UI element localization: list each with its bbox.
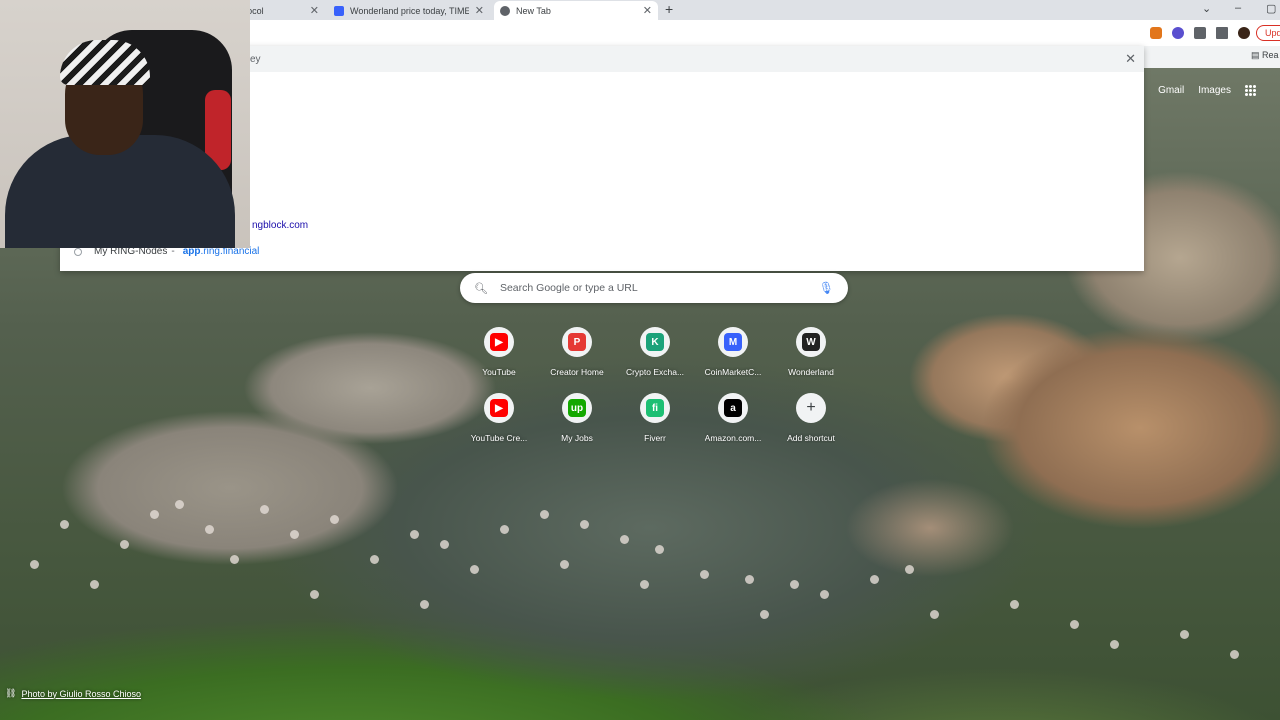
ntp-search-box[interactable]: 🔍︎ 🎙︎ (460, 273, 848, 303)
shortcut-label: My Jobs (561, 433, 593, 443)
shortcut-icon-container: + (796, 393, 826, 423)
shortcut-icon-container: M (718, 327, 748, 357)
shortcut-tile[interactable]: W Wonderland (772, 327, 850, 377)
shortcut-tile[interactable]: up My Jobs (538, 393, 616, 443)
ntp-top-links: Gmail Images (1158, 85, 1256, 96)
close-tab-icon[interactable]: ✕ (475, 4, 484, 17)
tab-wonderland-price[interactable]: Wonderland price today, TIME to ✕ (328, 1, 490, 20)
tab-search-chevron-icon[interactable]: ⌄ (1202, 2, 1211, 15)
shortcuts-grid: ▶ YouTube P Creator Home K Crypto Excha... M Co… (460, 327, 848, 443)
history-circle-icon (74, 247, 82, 256)
shortcut-label: YouTube (482, 367, 516, 377)
shortcut-tile[interactable]: + Add shortcut (772, 393, 850, 443)
shortcut-icon-container: W (796, 327, 826, 357)
link-icon: ⛓︎ (5, 688, 17, 698)
extensions-puzzle-icon[interactable] (1194, 27, 1206, 39)
chrome-favicon-icon (500, 5, 510, 16)
shortcut-label: YouTube Cre... (470, 433, 528, 443)
extension-icon[interactable] (1172, 27, 1184, 39)
shortcut-icon-container: ▶ (484, 327, 514, 357)
suggestion-url[interactable]: ngblock.com (252, 220, 308, 231)
tab-new-tab[interactable]: New Tab ✕ (494, 1, 658, 20)
gmail-link[interactable]: Gmail (1158, 85, 1184, 96)
shortcut-label: Add shortcut (787, 433, 835, 443)
close-tab-icon[interactable]: ✕ (310, 4, 319, 17)
webcam-overlay (0, 0, 250, 248)
metamask-extension-icon[interactable] (1150, 27, 1162, 39)
shortcut-tile[interactable]: K Crypto Excha... (616, 327, 694, 377)
shortcut-tile[interactable]: P Creator Home (538, 327, 616, 377)
new-tab-plus-icon[interactable]: + (665, 1, 673, 17)
fiverr-icon: fi (646, 399, 664, 417)
reading-list-button[interactable]: ▤ Rea (1251, 50, 1279, 61)
images-link[interactable]: Images (1198, 85, 1231, 96)
update-button[interactable]: Upd (1256, 25, 1280, 41)
amazon-icon: a (724, 399, 742, 417)
shortcut-label: Creator Home (550, 367, 604, 377)
minimize-icon[interactable]: – (1235, 2, 1241, 14)
creator-home-icon: P (568, 333, 586, 351)
media-queue-icon[interactable] (1216, 27, 1228, 39)
plus-icon: + (806, 399, 816, 416)
search-input[interactable] (497, 281, 819, 295)
upwork-icon: up (568, 399, 586, 417)
profile-avatar[interactable] (1238, 27, 1250, 39)
shortcut-label: CoinMarketC... (704, 367, 762, 377)
crypto-exchange-icon: K (646, 333, 664, 351)
shortcut-icon-container: K (640, 327, 670, 357)
close-tab-icon[interactable]: ✕ (643, 4, 652, 17)
shortcut-label: Wonderland (788, 367, 834, 377)
close-suggestions-icon[interactable]: ✕ (1125, 51, 1136, 67)
microphone-icon[interactable]: 🎙︎ (819, 281, 834, 295)
youtube-studio-icon: ▶ (490, 399, 508, 417)
shortcut-tile[interactable]: ▶ YouTube Cre... (460, 393, 538, 443)
google-apps-icon[interactable] (1245, 85, 1256, 96)
shortcut-icon-container: P (562, 327, 592, 357)
shortcut-icon-container: up (562, 393, 592, 423)
photo-credit-link[interactable]: Photo by Giulio Rosso Chioso (21, 689, 141, 699)
wonderland-icon: W (802, 333, 820, 351)
shortcut-icon-container: fi (640, 393, 670, 423)
shortcut-icon-container: a (718, 393, 748, 423)
shortcut-icon-container: ▶ (484, 393, 514, 423)
reading-list-label: Rea (1262, 50, 1279, 60)
search-icon: 🔍︎ (474, 282, 488, 295)
maximize-icon[interactable]: ▢ (1266, 2, 1276, 15)
reading-list-icon: ▤ (1251, 50, 1263, 60)
photo-credit[interactable]: ⛓︎ Photo by Giulio Rosso Chioso (5, 688, 141, 699)
shortcut-label: Amazon.com... (704, 433, 762, 443)
shortcut-tile[interactable]: ▶ YouTube (460, 327, 538, 377)
tab-title: New Tab (516, 5, 551, 16)
shortcut-label: Fiverr (644, 433, 666, 443)
shortcut-tile[interactable]: M CoinMarketC... (694, 327, 772, 377)
coinmarketcap-icon: M (724, 333, 742, 351)
shortcut-tile[interactable]: a Amazon.com... (694, 393, 772, 443)
tab-title: Wonderland price today, TIME to (350, 5, 469, 16)
coinmarketcap-favicon-icon (334, 5, 344, 16)
shortcut-tile[interactable]: fi Fiverr (616, 393, 694, 443)
shortcut-label: Crypto Excha... (625, 367, 685, 377)
omnibox-partial-text: ey (250, 54, 261, 65)
youtube-icon: ▶ (490, 333, 508, 351)
